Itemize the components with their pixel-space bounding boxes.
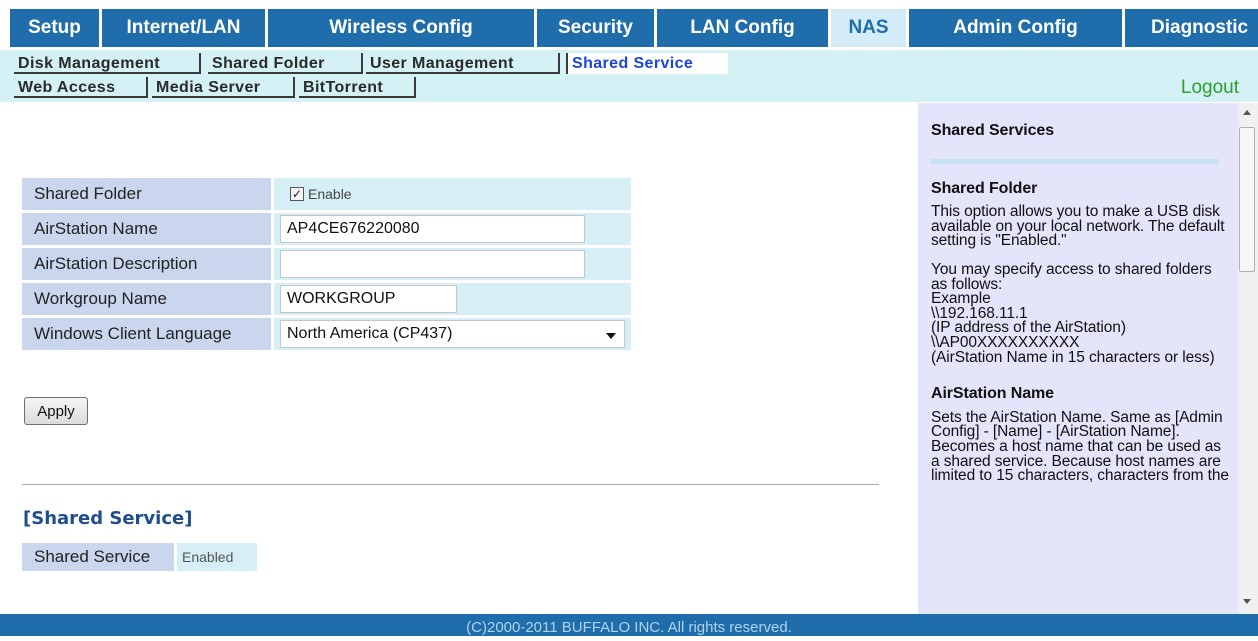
shared-folder-value-cell: ✓ Enable [274, 178, 631, 210]
help-heading-shared-folder: Shared Folder [931, 179, 1038, 197]
subnav-shared-service[interactable]: Shared Service [566, 53, 728, 74]
footer-copyright: (C)2000-2011 BUFFALO INC. All rights res… [0, 614, 1258, 636]
airstation-description-input[interactable] [280, 250, 585, 278]
shared-service-heading: [Shared Service] [23, 508, 193, 529]
help-heading-airstation-name: AirStation Name [931, 385, 1054, 403]
tab-diagnostic[interactable]: Diagnostic [1125, 9, 1258, 47]
tab-wireless-config[interactable]: Wireless Config [268, 9, 534, 47]
subnav-media-server[interactable]: Media Server [152, 77, 295, 98]
airstation-name-value-cell: AP4CE676220080 [274, 213, 631, 245]
subnav-disk-management[interactable]: Disk Management [14, 53, 201, 74]
subnav-bittorrent[interactable]: BitTorrent [299, 77, 416, 98]
tab-lan-config[interactable]: LAN Config [657, 9, 828, 47]
airstation-name-label: AirStation Name [22, 213, 271, 245]
help-paragraph: You may specify access to shared folders… [931, 260, 1215, 366]
shared-folder-enable-checkbox[interactable]: ✓ [290, 187, 304, 201]
windows-client-language-value-cell: North America (CP437) [274, 318, 631, 350]
shared-folder-label: Shared Folder [22, 178, 271, 210]
shared-service-status-label: Shared Service [22, 543, 174, 571]
top-nav: Setup Internet/LAN Wireless Config Secur… [0, 0, 1258, 50]
shared-service-status-value: Enabled [177, 543, 257, 571]
tab-setup[interactable]: Setup [10, 9, 99, 47]
windows-client-language-select[interactable]: North America (CP437) [280, 320, 625, 348]
divider [22, 484, 879, 485]
scroll-down-icon[interactable] [1243, 599, 1251, 604]
workgroup-name-input[interactable]: WORKGROUP [280, 285, 457, 313]
windows-client-language-label: Windows Client Language [22, 318, 271, 350]
apply-button[interactable]: Apply [24, 397, 88, 425]
help-separator [931, 158, 1219, 164]
help-paragraph: Sets the AirStation Name. Same as [Admin… [931, 408, 1229, 485]
tab-admin-config[interactable]: Admin Config [909, 9, 1122, 47]
help-content: Shared Services Shared Folder This optio… [931, 103, 1231, 484]
help-scrollbar-thumb[interactable] [1239, 127, 1255, 272]
sub-nav: Disk Management Shared Folder User Manag… [0, 50, 1258, 102]
airstation-description-label: AirStation Description [22, 248, 271, 280]
scroll-up-icon[interactable] [1243, 110, 1251, 115]
chevron-down-icon [606, 333, 616, 339]
workgroup-name-label: Workgroup Name [22, 283, 271, 315]
subnav-web-access[interactable]: Web Access [14, 77, 148, 98]
airstation-description-value-cell [274, 248, 631, 280]
subnav-shared-folder[interactable]: Shared Folder [208, 53, 363, 74]
help-title: Shared Services [931, 122, 1055, 139]
logout-link[interactable]: Logout [1181, 77, 1239, 99]
tab-nas[interactable]: NAS [831, 9, 906, 47]
tab-security[interactable]: Security [537, 9, 654, 47]
subnav-user-management[interactable]: User Management [366, 53, 560, 74]
help-paragraph: This option allows you to make a USB dis… [931, 203, 1225, 250]
airstation-name-input[interactable]: AP4CE676220080 [280, 215, 585, 243]
windows-client-language-selected: North America (CP437) [287, 325, 453, 342]
workgroup-name-value-cell: WORKGROUP [274, 283, 631, 315]
help-panel: Shared Services Shared Folder This optio… [918, 103, 1238, 614]
shared-folder-enable-label: Enable [308, 186, 352, 202]
tab-internet-lan[interactable]: Internet/LAN [102, 9, 265, 47]
